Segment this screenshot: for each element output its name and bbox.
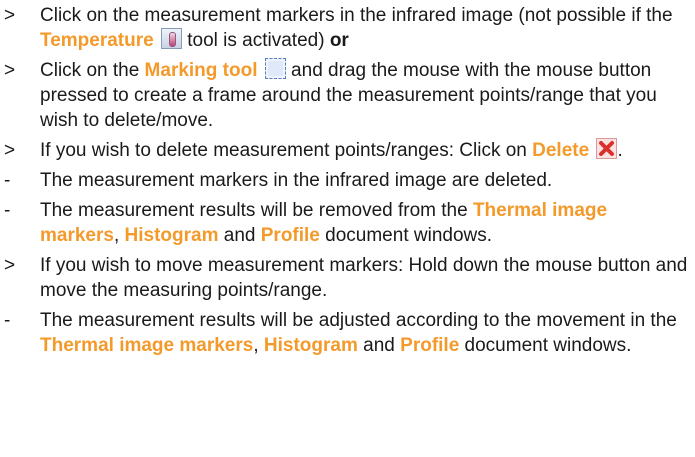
profile-keyword: Profile (260, 225, 320, 246)
list-item: > Click on the measurement markers in th… (0, 3, 695, 53)
item-text: If you wish to delete measurement points… (40, 138, 623, 161)
profile-keyword: Profile (400, 335, 460, 356)
thermometer-icon (160, 28, 182, 49)
thermal-image-markers-keyword: Thermal image markers (40, 335, 254, 356)
delete-keyword: Delete (532, 140, 590, 161)
result-marker: - (4, 310, 11, 331)
item-text: Click on the measurement markers in the … (40, 5, 673, 51)
or-keyword: or (329, 30, 349, 51)
step-marker: > (4, 60, 16, 81)
step-marker: > (4, 140, 16, 161)
list-item: > If you wish to move measurement marker… (0, 253, 695, 303)
delete-icon (596, 138, 618, 159)
list-item: - The measurement markers in the infrare… (0, 168, 695, 193)
result-marker: - (4, 200, 11, 221)
list-item: > If you wish to delete measurement poin… (0, 138, 695, 163)
item-text: The measurement results will be removed … (40, 200, 608, 246)
marquee-select-icon (264, 58, 286, 79)
list-item: > Click on the Marking tool and drag the… (0, 58, 695, 133)
list-item: - The measurement results will be remove… (0, 198, 695, 248)
item-text: The measurement markers in the infrared … (40, 170, 553, 191)
item-text: If you wish to move measurement markers:… (40, 255, 688, 301)
result-marker: - (4, 170, 11, 191)
list-item: - The measurement results will be adjust… (0, 308, 695, 358)
marking-tool-keyword: Marking tool (144, 60, 258, 81)
step-marker: > (4, 5, 16, 26)
step-marker: > (4, 255, 16, 276)
item-text: The measurement results will be adjusted… (40, 310, 677, 356)
temperature-keyword: Temperature (40, 30, 154, 51)
item-text: Click on the Marking tool and drag the m… (40, 58, 657, 131)
histogram-keyword: Histogram (263, 335, 358, 356)
instruction-list: > Click on the measurement markers in th… (0, 3, 695, 363)
histogram-keyword: Histogram (124, 225, 219, 246)
